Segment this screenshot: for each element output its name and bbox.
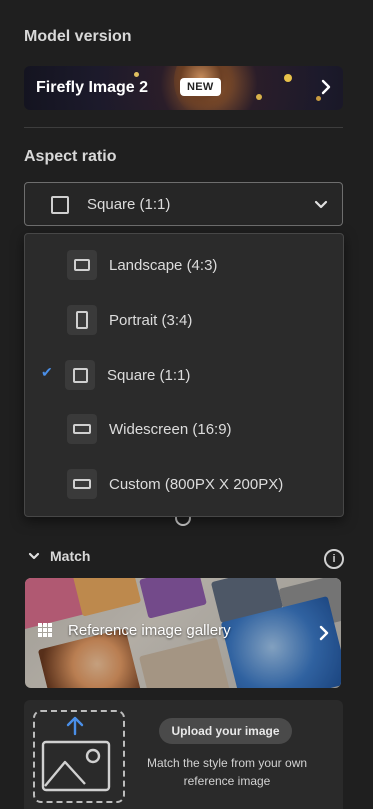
square-ratio-icon [65,360,95,390]
aspect-ratio-heading: Aspect ratio [24,148,117,165]
aspect-option-label: Custom (800PX X 200PX) [109,476,284,493]
settings-panel: Model version Firefly Image 2 NEW Aspect… [0,0,373,809]
aspect-option-label: Square (1:1) [107,367,191,384]
upload-your-image-button[interactable]: Upload your image [159,718,292,744]
aspect-option-label: Widescreen (16:9) [109,421,232,438]
section-divider [24,127,343,128]
card-sparkle [134,72,139,77]
aspect-ratio-select[interactable]: Square (1:1) [24,182,343,226]
portrait-ratio-icon [67,305,97,335]
aspect-option-custom[interactable]: Custom (800PX X 200PX) [25,463,343,507]
upload-description: Match the style from your own reference … [146,756,308,788]
reference-image-gallery-card[interactable]: Reference image gallery [25,578,341,688]
card-sparkle [256,94,262,100]
upload-dropzone[interactable] [33,710,125,803]
chevron-right-icon [321,79,331,100]
match-section-header[interactable]: Match i [24,546,344,569]
match-heading: Match [50,548,91,564]
aspect-option-square[interactable]: ✔ Square (1:1) [25,354,343,398]
aspect-ratio-selected-value: Square (1:1) [87,196,171,213]
card-sparkle [284,74,292,82]
upload-reference-card: Upload your image Match the style from y… [24,700,343,809]
chevron-right-icon [319,625,329,646]
model-name: Firefly Image 2 [36,79,149,96]
upload-image-icon [41,716,111,792]
chevron-down-icon [28,549,40,567]
aspect-option-landscape[interactable]: Landscape (4:3) [25,244,343,288]
aspect-ratio-dropdown-menu: Landscape (4:3) Portrait (3:4) ✔ Square … [24,233,344,517]
chevron-down-icon [314,197,328,215]
aspect-option-widescreen[interactable]: Widescreen (16:9) [25,408,343,452]
info-icon[interactable]: i [324,549,344,569]
checkmark-icon: ✔ [41,364,53,380]
custom-ratio-icon [67,469,97,499]
model-version-card[interactable]: Firefly Image 2 NEW [24,66,343,110]
grid-icon [38,623,52,637]
aspect-option-label: Landscape (4:3) [109,257,218,274]
gallery-label: Reference image gallery [68,622,231,639]
widescreen-ratio-icon [67,414,97,444]
new-badge: NEW [180,78,221,96]
aspect-option-portrait[interactable]: Portrait (3:4) [25,299,343,343]
aspect-option-label: Portrait (3:4) [109,312,193,329]
model-version-heading: Model version [24,28,132,45]
square-ratio-icon [51,196,69,214]
landscape-ratio-icon [67,250,97,280]
